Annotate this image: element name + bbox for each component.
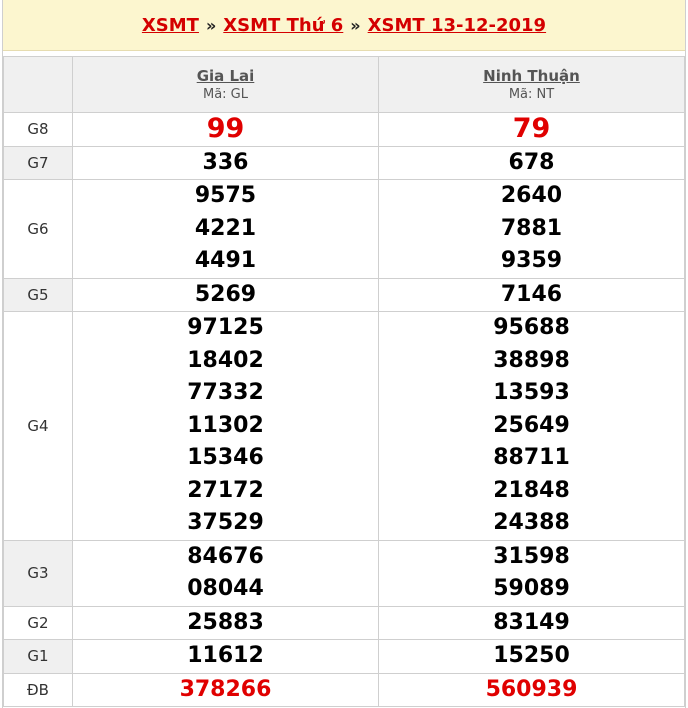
prize-values-gia-lai: 9575 4221 4491 (72, 179, 379, 279)
prize-values-gia-lai: 99 (72, 112, 379, 147)
prize-row-g5: G5 5269 7146 (3, 277, 685, 312)
breadcrumb-xsmt-date-link[interactable]: XSMT 13-12-2019 (368, 15, 546, 36)
province-name-link[interactable]: Ninh Thuận (379, 66, 684, 86)
prize-row-g1: G1 11612 15250 (3, 639, 685, 674)
breadcrumb-xsmt-link[interactable]: XSMT (142, 15, 199, 36)
province-code: Mã: NT (508, 86, 555, 102)
breadcrumb: XSMT » XSMT Thứ 6 » XSMT 13-12-2019 (3, 0, 685, 51)
prize-number: 97125 (187, 315, 264, 340)
prize-label: G4 (3, 311, 73, 541)
prize-number: 5269 (194, 281, 257, 307)
prize-number: 79 (512, 113, 551, 144)
province-name-link[interactable]: Gia Lai (73, 66, 378, 86)
prize-number: 378266 (179, 676, 272, 702)
prize-values-ninh-thuan: 15250 (378, 639, 685, 674)
prize-number: 15250 (493, 643, 570, 668)
results-table: Gia Lai Mã: GL Ninh Thuận Mã: NT G8 99 79 G… (3, 56, 685, 707)
prize-values-ninh-thuan: 79 (378, 112, 685, 147)
prize-label: G7 (3, 145, 73, 180)
prize-number: 95688 (493, 315, 570, 340)
prize-label: G2 (3, 605, 73, 640)
prize-number: 4491 (194, 248, 257, 273)
province-header-gia-lai: Gia Lai Mã: GL (72, 56, 379, 113)
prize-number: 24388 (493, 510, 570, 535)
prize-number: 560939 (485, 676, 578, 702)
prize-label: G5 (3, 277, 73, 312)
prize-row-g2: G2 25883 83149 (3, 605, 685, 640)
prize-number: 9575 (194, 183, 257, 208)
prize-number: 9359 (500, 248, 563, 273)
province-header-ninh-thuan: Ninh Thuận Mã: NT (378, 56, 685, 113)
prize-values-gia-lai: 5269 (72, 277, 379, 312)
prize-row-g6: G6 9575 4221 4491 2640 7881 9359 (3, 179, 685, 279)
prize-number: 15346 (187, 445, 264, 470)
prize-values-ninh-thuan: 2640 7881 9359 (378, 179, 685, 279)
prize-values-ninh-thuan: 678 (378, 145, 685, 180)
prize-number: 336 (202, 149, 249, 175)
prize-values-ninh-thuan: 560939 (378, 672, 685, 707)
prize-label: G6 (3, 179, 73, 279)
prize-row-g7: G7 336 678 (3, 145, 685, 180)
prize-row-đb: ĐB 378266 560939 (3, 672, 685, 707)
prize-values-gia-lai: 336 (72, 145, 379, 180)
prize-values-gia-lai: 97125 18402 77332 11302 15346 27172 37529 (72, 311, 379, 541)
prize-number: 77332 (187, 380, 264, 405)
prize-number: 99 (206, 113, 245, 144)
prize-number: 11612 (187, 643, 264, 668)
prize-number: 7881 (500, 215, 563, 241)
prize-number: 2640 (500, 183, 563, 208)
prize-values-ninh-thuan: 31598 59089 (378, 539, 685, 607)
prize-number: 37529 (187, 510, 264, 535)
prize-number: 18402 (187, 347, 264, 373)
prize-values-gia-lai: 11612 (72, 639, 379, 674)
prize-number: 7146 (500, 281, 563, 307)
prize-values-gia-lai: 25883 (72, 605, 379, 640)
prize-label: G8 (3, 112, 73, 147)
prize-number: 678 (508, 149, 555, 175)
prize-label: G3 (3, 539, 73, 607)
prize-number: 59089 (493, 576, 570, 601)
prize-label: ĐB (3, 672, 73, 707)
prize-number: 13593 (493, 380, 570, 405)
table-header-row: Gia Lai Mã: GL Ninh Thuận Mã: NT (3, 56, 685, 113)
prize-values-gia-lai: 378266 (72, 672, 379, 707)
prize-number: 11302 (187, 412, 264, 438)
breadcrumb-xsmt-thu6-link[interactable]: XSMT Thứ 6 (223, 15, 343, 36)
prize-number: 21848 (493, 477, 570, 503)
prize-values-ninh-thuan: 7146 (378, 277, 685, 312)
prize-row-g3: G3 84676 08044 31598 59089 (3, 539, 685, 607)
prize-row-g8: G8 99 79 (3, 112, 685, 147)
prize-values-ninh-thuan: 83149 (378, 605, 685, 640)
result-panel: XSMT » XSMT Thứ 6 » XSMT 13-12-2019 Gia … (2, 0, 686, 708)
prize-values-ninh-thuan: 95688 38898 13593 25649 88711 21848 24388 (378, 311, 685, 541)
province-code: Mã: GL (202, 86, 248, 102)
prize-number: 83149 (493, 609, 570, 635)
breadcrumb-separator: » (205, 15, 217, 35)
results-body: G8 99 79 G7 336 678 G6 9575 4221 4491 2640 7881 9359… (3, 112, 685, 707)
prize-number: 27172 (187, 477, 264, 503)
prize-number: 4221 (194, 215, 257, 241)
prize-number: 38898 (493, 347, 570, 373)
prize-number: 25883 (187, 609, 264, 635)
prize-row-g4: G4 97125 18402 77332 11302 15346 27172 37529 956… (3, 311, 685, 541)
prize-number: 88711 (493, 445, 570, 470)
prize-number: 25649 (493, 412, 570, 438)
prize-number: 84676 (187, 543, 264, 569)
prize-header-cell (3, 56, 73, 113)
prize-values-gia-lai: 84676 08044 (72, 539, 379, 607)
prize-label: G1 (3, 639, 73, 674)
prize-number: 08044 (187, 576, 264, 601)
breadcrumb-separator: » (350, 15, 361, 35)
prize-number: 31598 (493, 543, 570, 569)
